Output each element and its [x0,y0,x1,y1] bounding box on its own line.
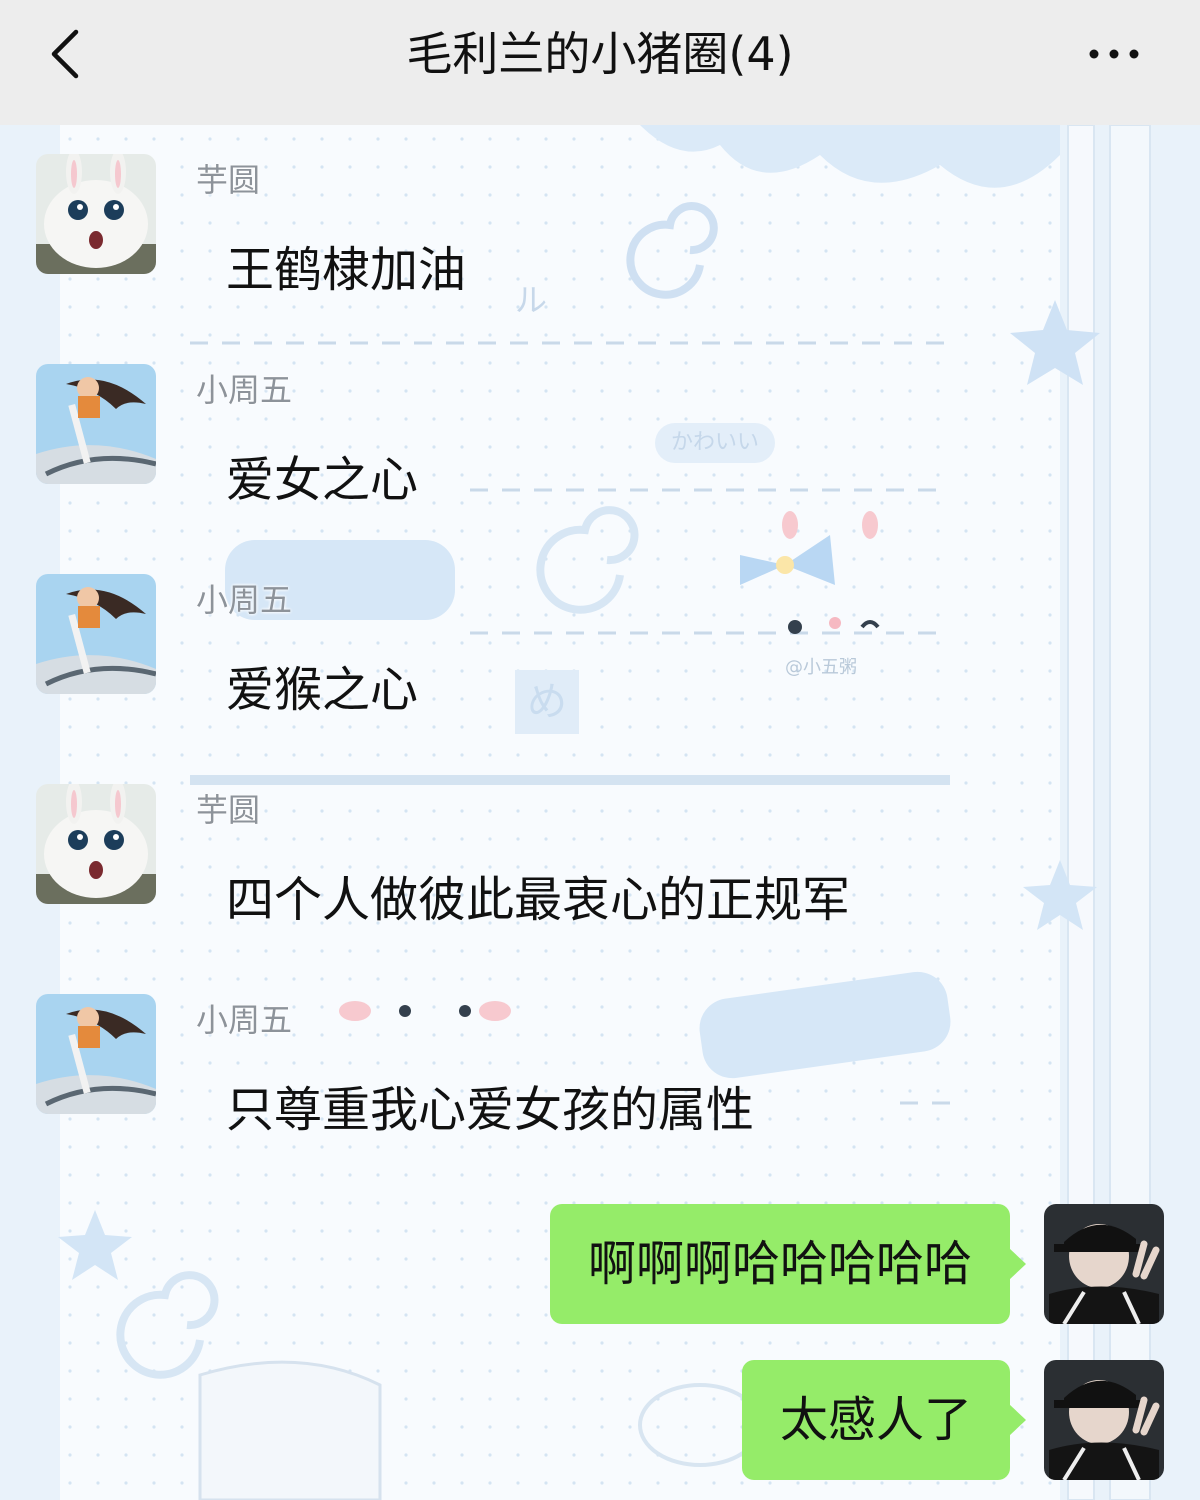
anime-avatar[interactable] [36,574,156,694]
wallpaper-watermark: @小五粥 [785,657,857,678]
message-text[interactable]: 爱猴之心 [226,658,418,722]
wallpaper-text-me: め [515,670,579,734]
sender-name: 芋圆 [196,161,261,199]
self-avatar[interactable] [1044,1360,1164,1480]
ellipsis-icon [1089,49,1139,59]
anime-avatar[interactable] [36,364,156,484]
message-text[interactable]: 四个人做彼此最衷心的正规军 [226,868,850,932]
message-text[interactable]: 王鹤棣加油 [226,238,466,302]
sender-name: 小周五 [196,371,293,409]
wallpaper-text-ru: ル [515,281,548,319]
bunny-avatar[interactable] [36,784,156,904]
self-avatar[interactable] [1044,1204,1164,1324]
sender-name: 芋圆 [196,791,261,829]
chat-title: 毛利兰的小猪圈(4) [406,27,794,81]
message-text[interactable]: 只尊重我心爱女孩的属性 [226,1078,754,1142]
sender-name: 小周五 [196,581,293,619]
chat-header: 毛利兰的小猪圈(4) [0,0,1200,125]
chat-area[interactable]: ル かわいい め @小五粥 芋圆 王鹤棣加油 小周五 爱女之心 小周五 爱猴之心… [0,125,1200,1500]
wallpaper-text-kawaii: かわいい [655,423,775,463]
message-bubble[interactable]: 啊啊啊哈哈哈哈哈 [549,1204,1027,1324]
sender-name: 小周五 [196,1001,293,1039]
anime-avatar[interactable] [36,994,156,1114]
message-bubble[interactable]: 太感人了 [741,1360,1027,1480]
message-text[interactable]: 爱女之心 [226,448,418,512]
more-button[interactable] [1080,22,1150,86]
bunny-avatar[interactable] [36,154,156,274]
